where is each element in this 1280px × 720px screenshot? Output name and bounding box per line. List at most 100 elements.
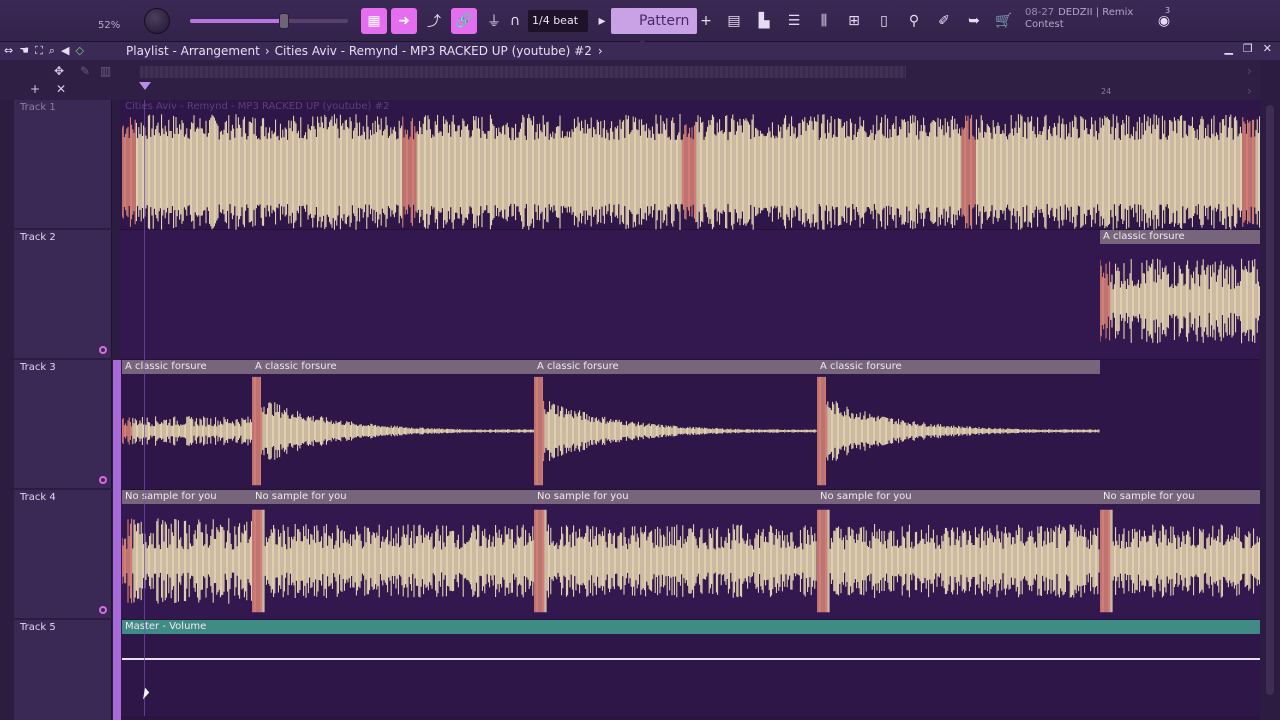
audio-clip[interactable]: No sample for you — [1100, 490, 1260, 618]
audio-clip[interactable]: A classic forsure — [1100, 230, 1260, 358]
track-mute-dot[interactable] — [99, 476, 107, 484]
minimize-icon[interactable]: ▁ — [1224, 42, 1232, 55]
slider-fill — [190, 19, 284, 23]
title-separator: › — [264, 44, 270, 58]
touch-controller-icon[interactable]: ✐ — [931, 8, 957, 34]
waveform — [817, 504, 1100, 618]
waveform — [817, 374, 1100, 488]
slide-tool-icon[interactable]: ⤴ — [421, 8, 447, 34]
automation-line — [122, 658, 1260, 660]
arrows-icon[interactable]: ⇔ — [4, 44, 13, 58]
clip-title: No sample for you — [1100, 490, 1260, 504]
track-mute-dot[interactable] — [99, 606, 107, 614]
move-tool-icon[interactable]: ✥ — [54, 64, 64, 78]
waveform — [534, 374, 817, 488]
link-icon[interactable]: 🔗 — [451, 8, 477, 34]
master-pitch-slider[interactable] — [190, 13, 348, 29]
fullscreen-icon[interactable]: ⛶ — [35, 44, 43, 58]
track-header-2[interactable]: Track 2 — [14, 230, 112, 358]
track-header-3[interactable]: Track 3 — [14, 360, 112, 488]
toolbar-left: 52% — [0, 0, 120, 42]
scroll-right-icon[interactable]: › — [1247, 64, 1252, 78]
slider-thumb[interactable] — [279, 13, 289, 29]
lane-2[interactable] — [120, 230, 1260, 360]
clip-title: No sample for you — [122, 490, 252, 504]
news-line2: Contest — [1025, 19, 1064, 30]
audio-clip[interactable]: No sample for you — [534, 490, 817, 618]
channel-rack-icon[interactable]: ☰ — [781, 8, 807, 34]
track-header-1[interactable]: Track 1 — [14, 100, 112, 228]
close-icon[interactable]: ✕ — [1263, 42, 1272, 55]
window-controls: ▁ ❐ ✕ — [1224, 42, 1272, 55]
metronome-icon[interactable]: ⏚ — [481, 8, 507, 34]
loop-start-marker[interactable] — [139, 82, 151, 90]
zoom-readout: 52% — [98, 19, 121, 31]
track-label: Track 4 — [20, 492, 56, 503]
news-panel[interactable]: 08-27 DEDZII | Remix Contest — [1025, 7, 1133, 31]
song-overview[interactable] — [140, 66, 906, 78]
clip-title: No sample for you — [534, 490, 817, 504]
track-header-5[interactable]: Track 5 — [14, 620, 112, 720]
globe-icon[interactable]: ◉ — [1151, 8, 1177, 34]
zoom-icon[interactable]: ⌕ — [49, 44, 55, 58]
master-volume-knob[interactable] — [144, 8, 170, 34]
audio-clip[interactable]: A classic forsure — [252, 360, 534, 488]
clip-title: No sample for you — [817, 490, 1100, 504]
piano-mini-icon[interactable]: ▥ — [100, 64, 111, 78]
waveform — [1100, 244, 1260, 358]
track-label: Track 5 — [20, 622, 56, 633]
pencil-tool-icon[interactable]: ✎ — [80, 64, 90, 78]
track-header-4[interactable]: Track 4 — [14, 490, 112, 618]
project-title: Cities Aviv - Remynd - MP3 RACKED UP (yo… — [274, 44, 592, 58]
playlist-tool-row: ✥ ✎ ▥ + ✕ 24 › › — [0, 60, 1280, 100]
cart-icon[interactable]: 🛒 — [991, 8, 1017, 34]
magnet-icon[interactable]: ∩ — [506, 8, 524, 34]
waveform — [122, 374, 252, 488]
delete-icon[interactable]: ✕ — [56, 82, 66, 96]
vertical-scrollbar[interactable] — [1260, 60, 1280, 720]
plugin-icon[interactable]: ⚲ — [901, 8, 927, 34]
playlist-icon[interactable]: ▙ — [751, 8, 777, 34]
playhead[interactable] — [144, 100, 145, 716]
title-trailing-arrow[interactable]: › — [598, 44, 603, 58]
speaker-icon[interactable]: ◀ — [61, 44, 69, 58]
clip-title: A classic forsure — [252, 360, 534, 374]
project-icon[interactable]: ▯ — [871, 8, 897, 34]
play-small-icon[interactable]: ▸ — [594, 8, 610, 34]
scroll-right2-icon[interactable]: › — [1247, 84, 1252, 98]
waveform — [1100, 504, 1260, 618]
scrollbar-thumb[interactable] — [1266, 105, 1274, 695]
tempo-icon[interactable]: ➥ — [961, 8, 987, 34]
audio-clip[interactable]: No sample for you — [122, 490, 252, 618]
automation-clip[interactable]: Master - Volume — [122, 620, 1260, 716]
audio-clip[interactable]: Cities Aviv - Remynd - MP3 RACKED UP (yo… — [122, 100, 1260, 230]
track-mute-dot[interactable] — [99, 346, 107, 354]
add-track-icon[interactable]: + — [30, 82, 40, 96]
waveform — [122, 504, 252, 618]
step-sequencer-icon[interactable]: ▤ — [721, 8, 747, 34]
audio-clip[interactable]: A classic forsure — [817, 360, 1100, 488]
clip-title: A classic forsure — [817, 360, 1100, 374]
news-line1: DEDZII | Remix — [1058, 7, 1134, 18]
selection-indicator — [113, 360, 121, 720]
audio-clip[interactable]: No sample for you — [817, 490, 1100, 618]
maximize-icon[interactable]: ❐ — [1243, 42, 1253, 55]
clip-title: Master - Volume — [122, 620, 1260, 634]
track-label: Track 3 — [20, 362, 56, 373]
playlist-arrow-icon[interactable]: ◇ — [75, 44, 83, 58]
audio-clip[interactable]: No sample for you — [252, 490, 534, 618]
audio-clip[interactable]: A classic forsure — [122, 360, 252, 488]
add-pattern-icon[interactable]: + — [698, 8, 714, 34]
waveform — [122, 114, 1260, 230]
arrangement-area[interactable]: Cities Aviv - Remynd - MP3 RACKED UP (yo… — [120, 100, 1260, 716]
clip-title: Cities Aviv - Remynd - MP3 RACKED UP (yo… — [125, 101, 390, 112]
piano-roll-icon[interactable]: ▦ — [361, 8, 387, 34]
snap-selector[interactable]: 1/4 beat — [528, 10, 588, 32]
pattern-selector[interactable]: Pattern 1 — [611, 8, 697, 55]
audio-clip[interactable]: A classic forsure — [534, 360, 817, 488]
browser-icon[interactable]: ⊞ — [841, 8, 867, 34]
mixer-icon[interactable]: ⫼ — [811, 8, 837, 34]
hand-icon[interactable]: ☚ — [19, 44, 29, 58]
play-arrow-icon[interactable]: ➜ — [391, 8, 417, 34]
window-title: Playlist - Arrangement — [126, 44, 260, 58]
